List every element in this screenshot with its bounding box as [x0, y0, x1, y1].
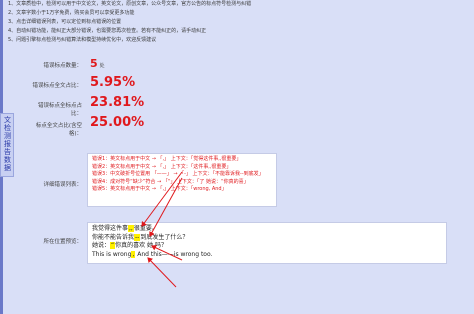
stat-label: 错误标点数量：: [43, 63, 82, 69]
stat-value: 23.81%: [90, 95, 145, 110]
preview-label: 所在位置预览：: [43, 239, 82, 245]
error-list-panel: 错误1：英文标点用于中文 → 「,」 上下文：「觉得这件事,,很重要」 错误2：…: [87, 153, 277, 207]
side-tab-char: 检: [4, 124, 11, 132]
usage-notes: 1、文章质检中，检测可以用于中文论文，英文论文，原创文章，公众号文章，官方公告的…: [8, 0, 448, 64]
side-tab-char: 报: [4, 140, 11, 148]
preview-text: 你真的喜欢 她 吗？: [115, 242, 167, 249]
note-item: 4、自动纠错功能，能纠正大部分错误，也需要您再次检查。若有不能纠正的，请手动纠正: [8, 28, 207, 34]
preview-text: 很重要。: [133, 225, 158, 232]
preview-line: 你能不能告诉我--到底发生了什么？: [92, 233, 442, 243]
preview-panel: 我觉得这件事,,很重要。 你能不能告诉我--到底发生了什么？ 她说：“你真的喜欢…: [87, 222, 447, 264]
preview-text: 你能不能告诉我: [92, 233, 135, 241]
error-count-value: 5: [90, 57, 98, 70]
stat-row-error-count: 错误标点数量： 5处: [30, 57, 450, 73]
note-item: 5、问题引擎标点检测与纠错算法和模型持续优化中，欢迎反馈建议: [8, 37, 157, 43]
error-list-item[interactable]: 错误1：英文标点用于中文 → 「,」 上下文：「觉得这件事,,很重要」: [92, 156, 272, 164]
preview-text: And this——is wrong too.: [135, 250, 213, 258]
preview-text: 我觉得这件事: [92, 225, 129, 232]
stat-row-punct-ratio: 错误标点全标点占比： 23.81%: [30, 95, 450, 117]
side-tab-char: 据: [4, 164, 11, 172]
stat-unit: 处: [99, 63, 105, 69]
side-tab-char: 数: [4, 156, 11, 164]
note-item: 3、点击详细错误列表，可以定位到标点错误的位置: [8, 19, 122, 25]
preview-line: 她说：“你真的喜欢 她 吗？: [92, 242, 442, 251]
stat-row-text-ratio: 错误标点全文占比： 5.95%: [30, 75, 450, 93]
stat-label: 标点全文占比(含空格)：: [35, 123, 82, 137]
error-list-item[interactable]: 错误5：英文标点用于中文 → 「,」 上下文：「wrong, And」: [92, 186, 272, 194]
stat-label: 错误标点全文占比：: [32, 83, 82, 89]
preview-text: This is wrong: [92, 250, 132, 258]
side-tab-char: 测: [4, 132, 11, 140]
error-list-item[interactable]: 错误3：中文破折号位置用 「——」 → 「-」 上下文：「不能靠诉我--到底发」: [92, 171, 272, 179]
note-item: 1、文章质检中，检测可以用于中文论文，英文论文，原创文章，公众号文章，官方公告的…: [8, 1, 252, 7]
preview-line: 我觉得这件事,,很重要。: [92, 225, 442, 234]
side-tab-char: 告: [4, 148, 11, 156]
preview-text: 她说：: [92, 242, 111, 249]
stat-value: 5处: [90, 57, 105, 70]
side-report-tab[interactable]: 文 检 测 报 告 数 据: [0, 113, 14, 177]
error-list-label: 详细错误列表：: [43, 182, 82, 188]
stat-row-space-ratio: 标点全文占比(含空格)： 25.00%: [30, 115, 450, 137]
preview-text: 到底发生了什么？: [140, 233, 189, 241]
note-item: 2、文章字数小于1万字免费，购买会员可以享受更多功能: [8, 10, 135, 16]
stat-value: 5.95%: [90, 75, 136, 90]
side-tab-char: 文: [4, 116, 11, 124]
stat-value: 25.00%: [90, 115, 145, 130]
preview-line: This is wrong, And this——is wrong too.: [92, 250, 442, 260]
